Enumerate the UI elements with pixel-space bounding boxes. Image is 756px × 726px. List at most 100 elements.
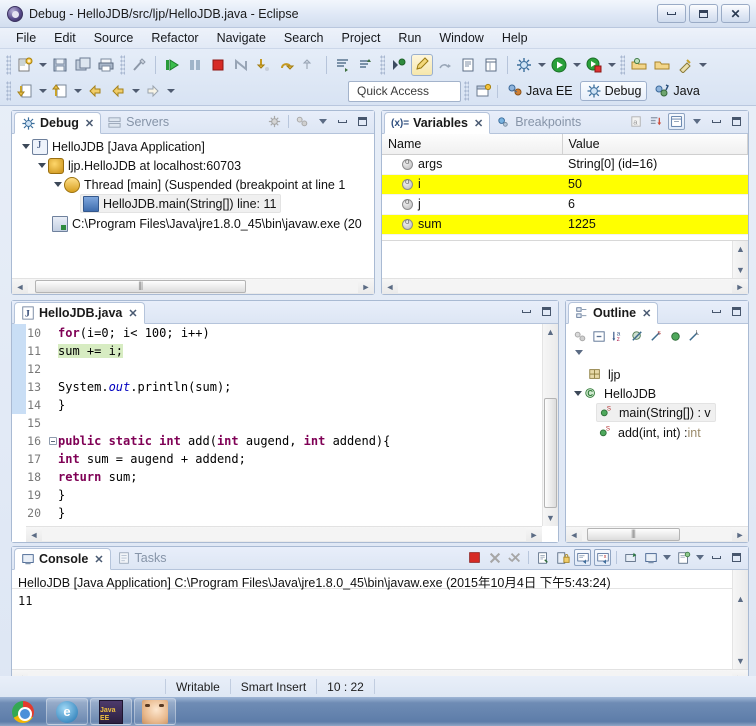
minimize-button[interactable]: [657, 4, 686, 23]
toolbar-grip-4[interactable]: [620, 54, 625, 75]
view-menu-icon[interactable]: [314, 113, 331, 130]
code-line[interactable]: 12: [26, 360, 542, 378]
perspective-java[interactable]: Java: [648, 81, 705, 101]
perspective-java-ee[interactable]: Java EE: [501, 81, 579, 101]
scroll-right-icon[interactable]: ►: [732, 279, 748, 294]
next-annotation-icon[interactable]: [49, 80, 71, 102]
step-into-icon[interactable]: [253, 54, 275, 76]
tab-variables[interactable]: (x)= Variables ✕: [384, 112, 491, 134]
code-line[interactable]: 16 public static int add(int augend, int…: [26, 432, 542, 450]
scroll-right-icon[interactable]: ►: [526, 527, 542, 542]
code-line[interactable]: 14 }: [26, 396, 542, 414]
outline-hscroll-track[interactable]: [582, 528, 732, 541]
toolbar-grip-6[interactable]: [464, 81, 469, 101]
debug-tree-row-process[interactable]: C:\Program Files\Java\jre1.8.0_45\bin\ja…: [12, 215, 374, 234]
tab-console-close-icon[interactable]: ✕: [94, 553, 103, 566]
outline-row-main[interactable]: S main(String[]) : v: [596, 403, 716, 422]
table-row[interactable]: sum 1225: [382, 214, 748, 235]
column-header-name[interactable]: Name: [382, 134, 563, 155]
tab-outline-close-icon[interactable]: ✕: [642, 307, 651, 320]
minimize-icon[interactable]: [708, 549, 725, 566]
use-step-filters-icon[interactable]: [332, 54, 354, 76]
maximize-icon[interactable]: [728, 303, 745, 320]
code-line[interactable]: 13 System.out.println(sum);: [26, 378, 542, 396]
editor-hscroll-track[interactable]: [42, 528, 526, 541]
variable-name-cell[interactable]: args: [382, 154, 562, 175]
remove-launch-icon[interactable]: [486, 549, 503, 566]
scroll-left-icon[interactable]: ◄: [566, 527, 582, 542]
scroll-down-icon[interactable]: ▼: [733, 653, 748, 669]
menu-help[interactable]: Help: [494, 29, 536, 47]
scroll-left-icon[interactable]: ◄: [26, 527, 42, 542]
debug-icon[interactable]: [583, 54, 605, 76]
display-selected-console-icon[interactable]: [642, 549, 659, 566]
debug-hscroll-track[interactable]: [28, 280, 358, 293]
view-menu-icon[interactable]: [572, 346, 585, 358]
tab-hellojdb-java[interactable]: J HelloJDB.java ✕: [14, 302, 145, 324]
open-perspective-icon[interactable]: [472, 80, 494, 102]
outline-row-add[interactable]: S add(int, int) : int: [566, 424, 748, 443]
menu-run[interactable]: Run: [390, 29, 429, 47]
variable-detail-pane[interactable]: ▲ ▼: [382, 240, 748, 278]
minimize-icon[interactable]: [708, 113, 725, 130]
tab-hellojdb-java-close-icon[interactable]: ✕: [128, 307, 137, 320]
maximize-icon[interactable]: [728, 549, 745, 566]
scroll-right-icon[interactable]: ►: [358, 279, 374, 294]
variables-view-hscrollbar[interactable]: ◄ ►: [382, 278, 748, 294]
column-header-value[interactable]: Value: [562, 134, 748, 155]
variable-name-cell[interactable]: sum: [382, 214, 562, 235]
new-wizard-dropdown[interactable]: [37, 54, 48, 76]
collapse-all-icon[interactable]: [591, 328, 608, 345]
console-vscrollbar[interactable]: ▲ ▼: [732, 570, 748, 669]
scroll-down-icon[interactable]: ▼: [733, 262, 748, 278]
disconnect-icon[interactable]: [230, 54, 252, 76]
code-line[interactable]: 18 return sum;: [26, 468, 542, 486]
hide-local-types-icon[interactable]: L: [686, 328, 703, 345]
tab-tasks[interactable]: Tasks: [111, 547, 173, 569]
debug-hscroll-thumb[interactable]: [34, 280, 246, 293]
scroll-left-icon[interactable]: ◄: [382, 279, 398, 294]
variable-name-cell[interactable]: i: [382, 174, 562, 195]
debug-tree-row-frame[interactable]: HelloJDB.main(String[]) line: 11: [80, 194, 282, 213]
annotation-ruler[interactable]: [12, 324, 26, 414]
menu-search[interactable]: Search: [276, 29, 332, 47]
variable-value-cell[interactable]: String[0] (id=16): [562, 154, 748, 175]
outline-row-package[interactable]: ljp: [566, 365, 748, 384]
show-whitespace-icon[interactable]: [434, 54, 456, 76]
show-console-on-output-icon[interactable]: [574, 549, 591, 566]
toolbar-grip-3[interactable]: [380, 54, 385, 75]
menu-window[interactable]: Window: [431, 29, 491, 47]
open-task-icon[interactable]: [651, 54, 673, 76]
code-line[interactable]: ⇨ 11 sum += i;: [26, 342, 542, 360]
chrome-taskbar-icon[interactable]: [2, 698, 44, 725]
resume-icon[interactable]: [161, 54, 183, 76]
console-output[interactable]: 11: [12, 591, 732, 669]
hide-static-icon[interactable]: s: [648, 328, 665, 345]
debug-view-hscrollbar[interactable]: ◄ ►: [12, 278, 374, 294]
sort-alphabetical-icon[interactable]: az: [610, 328, 627, 345]
open-console-icon[interactable]: [675, 549, 692, 566]
save-icon[interactable]: [49, 54, 71, 76]
forward-icon[interactable]: [142, 80, 164, 102]
previous-annotation-icon[interactable]: [14, 80, 36, 102]
tab-console[interactable]: Console ✕: [14, 548, 111, 570]
code-line[interactable]: 17 int sum = augend + addend;: [26, 450, 542, 468]
debug-tree-row-thread[interactable]: Thread [main] (Suspended (breakpoint at …: [12, 175, 374, 194]
detail-vscrollbar[interactable]: ▲ ▼: [732, 241, 748, 278]
suspend-icon[interactable]: [184, 54, 206, 76]
variable-name-cell[interactable]: j: [382, 194, 562, 215]
twisty-expanded-icon[interactable]: [52, 182, 64, 187]
menu-navigate[interactable]: Navigate: [209, 29, 274, 47]
terminate-icon[interactable]: [207, 54, 229, 76]
back-dropdown[interactable]: [130, 80, 141, 102]
code-line[interactable]: 15: [26, 414, 542, 432]
outline-hscroll-thumb[interactable]: [586, 528, 680, 541]
table-row[interactable]: j 6: [382, 194, 748, 215]
view-menu-icon[interactable]: [688, 113, 705, 130]
scroll-lock-icon[interactable]: [554, 549, 571, 566]
search-icon[interactable]: [674, 54, 696, 76]
show-debug-toolbar-icon[interactable]: [294, 113, 311, 130]
internet-explorer-taskbar-icon[interactable]: e: [46, 698, 88, 725]
debug-tree[interactable]: HelloJDB [Java Application] ljp.HelloJDB…: [12, 134, 374, 234]
terminate-icon[interactable]: [466, 549, 483, 566]
